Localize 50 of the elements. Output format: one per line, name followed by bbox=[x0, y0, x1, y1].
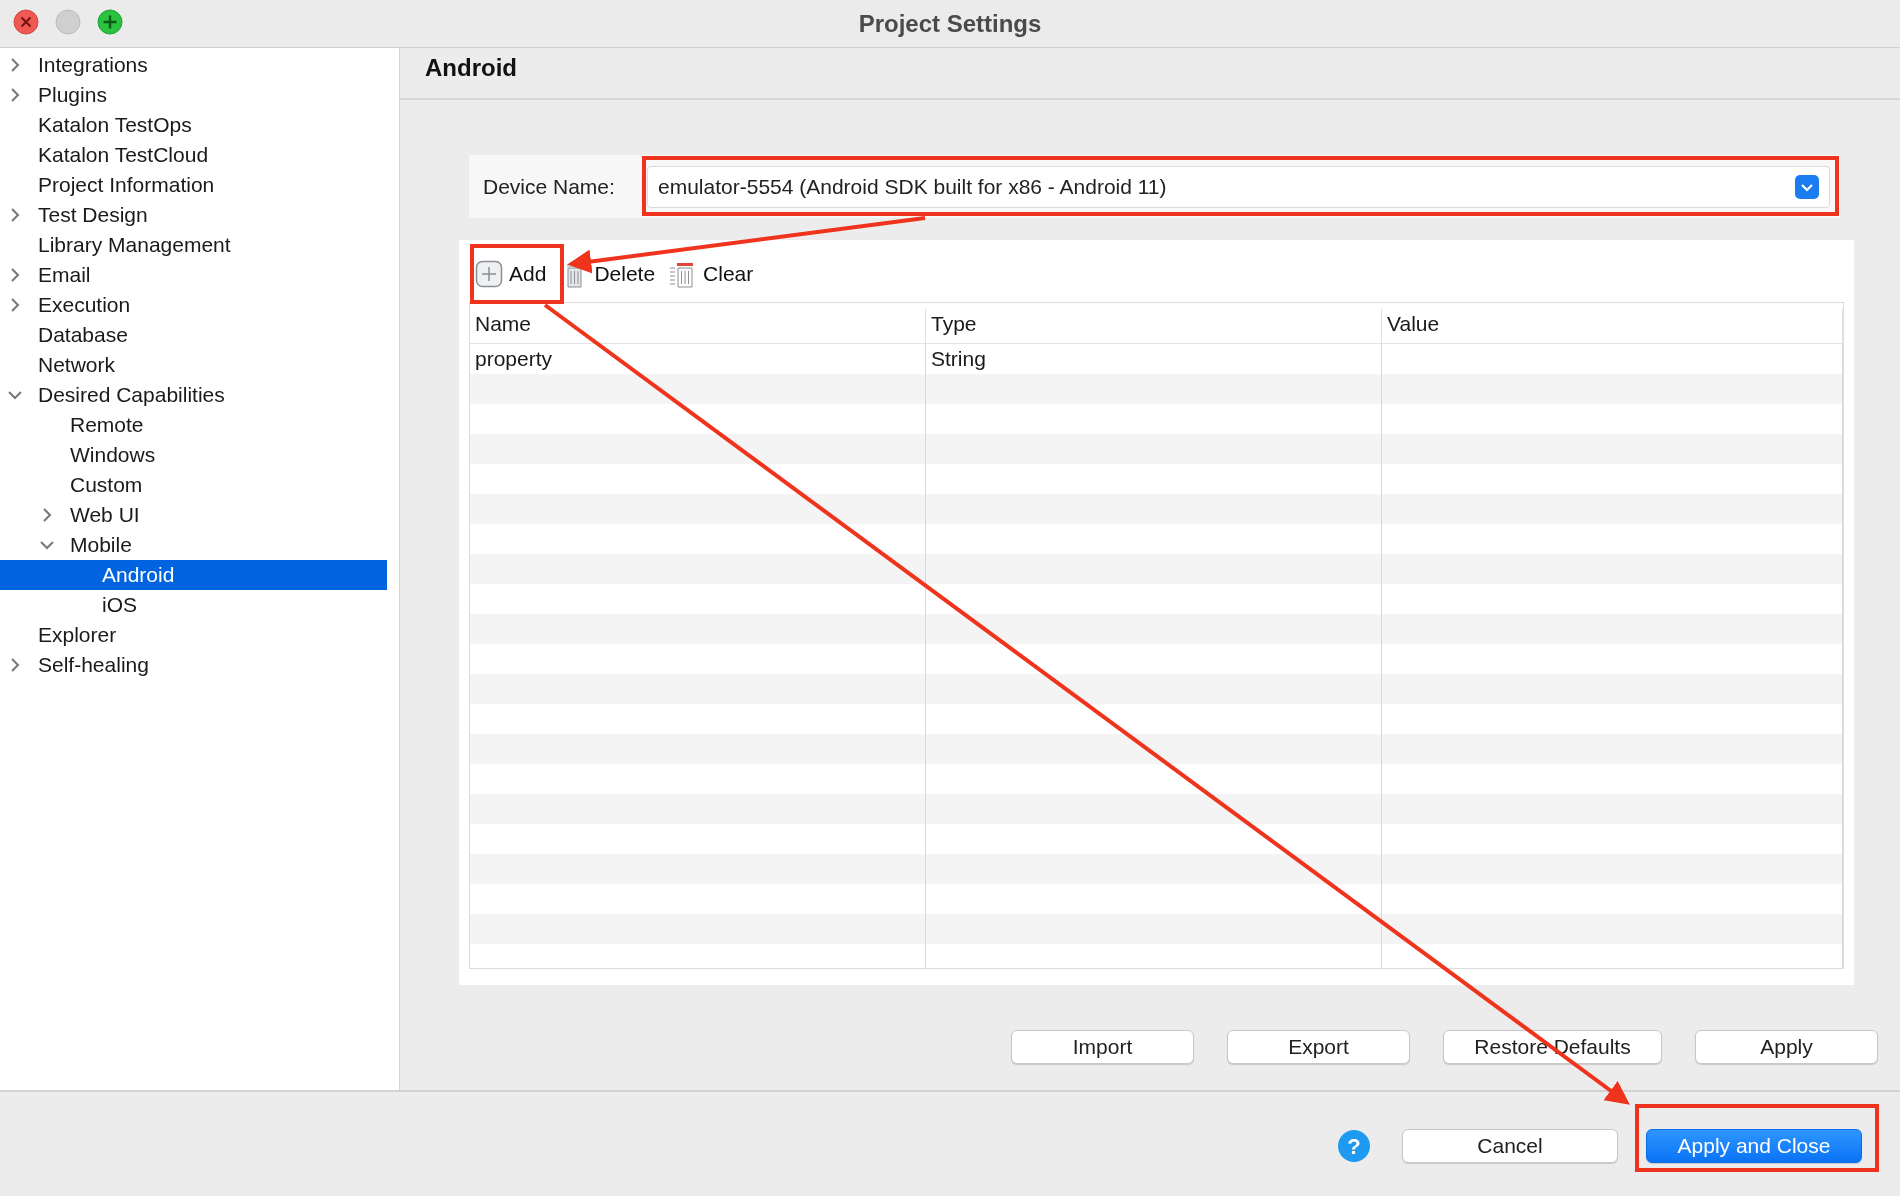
primary-button[interactable]: Apply and Close bbox=[1646, 1129, 1862, 1163]
sidebar-item[interactable]: Execution bbox=[0, 290, 399, 320]
action-button[interactable]: Apply bbox=[1695, 1030, 1878, 1064]
plus-icon bbox=[475, 260, 503, 288]
chevron-down-icon[interactable] bbox=[1795, 174, 1819, 199]
sidebar-item[interactable]: Integrations bbox=[0, 50, 399, 80]
sidebar-item[interactable]: Explorer bbox=[0, 620, 399, 650]
action-button[interactable]: Export bbox=[1227, 1030, 1410, 1064]
sidebar-item[interactable]: Custom bbox=[0, 470, 399, 500]
cancel-button[interactable]: Cancel bbox=[1402, 1129, 1618, 1163]
column-header[interactable]: Name bbox=[470, 309, 926, 343]
chevron-right-icon[interactable] bbox=[8, 88, 22, 102]
chevron-right-icon[interactable] bbox=[8, 658, 22, 672]
column-header[interactable]: Value bbox=[1382, 309, 1843, 343]
sidebar-item[interactable]: Web UI bbox=[0, 500, 399, 530]
sidebar-item[interactable]: Katalon TestCloud bbox=[0, 140, 399, 170]
sidebar-item[interactable]: Mobile bbox=[0, 530, 399, 560]
chevron-right-icon[interactable] bbox=[8, 208, 22, 222]
toolbar-button[interactable]: Clear bbox=[669, 260, 754, 288]
sidebar-item[interactable]: Plugins bbox=[0, 80, 399, 110]
sidebar-item[interactable]: Windows bbox=[0, 440, 399, 470]
sidebar-item[interactable]: Project Information bbox=[0, 170, 399, 200]
chevron-right-icon[interactable] bbox=[8, 268, 22, 282]
toolbar-button[interactable]: Delete bbox=[560, 260, 656, 288]
sidebar-item[interactable]: Email bbox=[0, 260, 399, 290]
sidebar-item[interactable]: iOS bbox=[0, 590, 399, 620]
chevron-right-icon[interactable] bbox=[8, 58, 22, 72]
sidebar-item[interactable]: Desired Capabilities bbox=[0, 380, 399, 410]
chevron-right-icon[interactable] bbox=[8, 298, 22, 312]
column-header[interactable]: Type bbox=[926, 309, 1382, 343]
sidebar-item[interactable]: Android bbox=[0, 560, 387, 590]
action-button[interactable]: Restore Defaults bbox=[1443, 1030, 1662, 1064]
page-title: Android bbox=[425, 54, 517, 81]
window-title: Project Settings bbox=[858, 9, 1042, 38]
sidebar-item[interactable]: Library Management bbox=[0, 230, 399, 260]
device-dropdown[interactable]: emulator-5554 (Android SDK built for x86 - Android 11) bbox=[647, 165, 1830, 208]
close-icon[interactable] bbox=[13, 9, 39, 35]
sidebar-item[interactable]: Self-healing bbox=[0, 650, 399, 680]
field-label: Device Name: bbox=[483, 174, 616, 199]
zoom-icon[interactable] bbox=[97, 9, 123, 35]
sidebar-item[interactable]: Database bbox=[0, 320, 399, 350]
chevron-down-icon[interactable] bbox=[40, 538, 54, 552]
chevron-down-icon[interactable] bbox=[8, 388, 22, 402]
chevron-right-icon[interactable] bbox=[40, 508, 54, 522]
sidebar-item[interactable]: Remote bbox=[0, 410, 399, 440]
action-button[interactable]: Import bbox=[1011, 1030, 1194, 1064]
sidebar-item[interactable]: Test Design bbox=[0, 200, 399, 230]
sidebar-item[interactable]: Network bbox=[0, 350, 399, 380]
toolbar-button[interactable]: Add bbox=[475, 260, 547, 288]
sidebar-item[interactable]: Katalon TestOps bbox=[0, 110, 399, 140]
